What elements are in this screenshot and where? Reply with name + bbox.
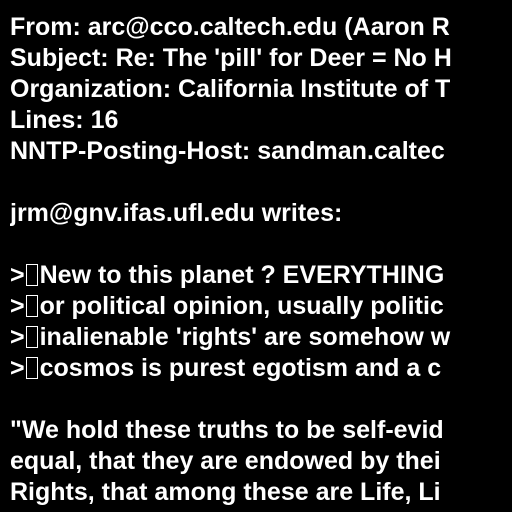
email-message: From: arc@cco.caltech.edu (Aaron R Subje… bbox=[10, 12, 512, 508]
quote-marker: > bbox=[10, 354, 25, 382]
quote-marker: > bbox=[10, 323, 25, 351]
header-from: From: arc@cco.caltech.edu (Aaron R bbox=[10, 13, 450, 41]
attribution-line: jrm@gnv.ifas.ufl.edu writes: bbox=[10, 199, 343, 227]
quote-marker: > bbox=[10, 261, 25, 289]
header-organization: Organization: California Institute of T bbox=[10, 75, 451, 103]
quoted-text: inalienable 'rights' are somehow w bbox=[39, 323, 451, 351]
header-nntp-host: NNTP-Posting-Host: sandman.caltec bbox=[10, 137, 445, 165]
body-line: equal, that they are endowed by thei bbox=[10, 447, 441, 475]
quoted-text: cosmos is purest egotism and a c bbox=[39, 354, 442, 382]
quoted-text: or political opinion, usually politic bbox=[39, 292, 444, 320]
quoted-line: > inalienable 'rights' are somehow w bbox=[10, 322, 512, 353]
body-line: "We hold these truths to be self-evid bbox=[10, 416, 444, 444]
quoted-line: > New to this planet ? EVERYTHING bbox=[10, 260, 512, 291]
header-lines: Lines: 16 bbox=[10, 106, 119, 134]
header-subject: Subject: Re: The 'pill' for Deer = No H bbox=[10, 44, 452, 72]
tab-box-icon bbox=[25, 357, 38, 379]
tab-box-icon bbox=[25, 264, 38, 286]
quoted-line: > cosmos is purest egotism and a c bbox=[10, 353, 512, 384]
tab-box-icon bbox=[25, 326, 38, 348]
quoted-text: New to this planet ? EVERYTHING bbox=[39, 261, 445, 289]
quoted-line: > or political opinion, usually politic bbox=[10, 291, 512, 322]
body-line: Rights, that among these are Life, Li bbox=[10, 478, 441, 506]
tab-box-icon bbox=[25, 295, 38, 317]
quote-marker: > bbox=[10, 292, 25, 320]
